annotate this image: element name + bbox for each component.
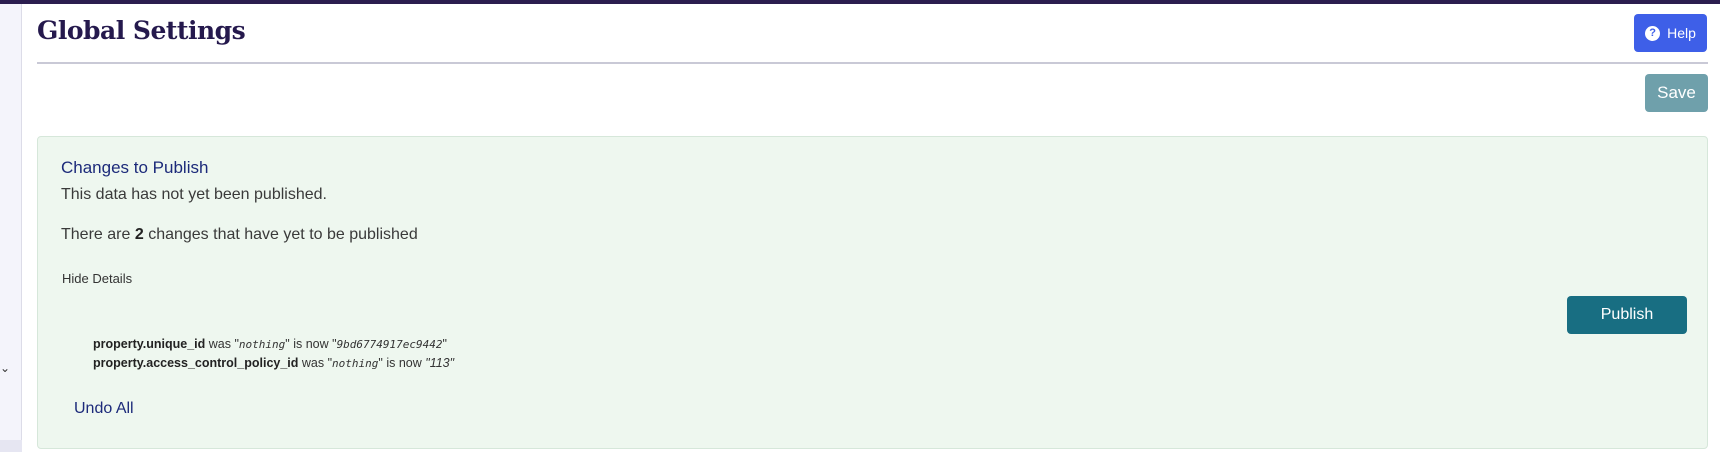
change-field: property.unique_id xyxy=(93,337,206,351)
help-button[interactable]: ? Help xyxy=(1634,14,1707,52)
changes-to-publish-panel: Changes to Publish This data has not yet… xyxy=(37,136,1708,449)
changes-count: 2 xyxy=(134,226,144,243)
publish-button[interactable]: Publish xyxy=(1567,296,1687,334)
change-field: property.access_control_policy_id xyxy=(93,356,299,370)
change-item: property.access_control_policy_id was "n… xyxy=(93,356,455,370)
top-accent-bar xyxy=(0,0,1720,4)
publish-status-text: This data has not yet been published. xyxy=(61,186,327,203)
change-now-text: is now xyxy=(293,337,329,351)
change-new-value: 9bd6774917ec9442 xyxy=(336,338,443,351)
changes-count-text: There are 2 changes that have yet to be … xyxy=(61,226,418,244)
count-suffix: changes that have yet to be published xyxy=(148,226,418,243)
sidebar: ⌄ xyxy=(0,4,22,452)
help-button-label: Help xyxy=(1667,25,1696,41)
change-old-value: nothing xyxy=(238,338,286,351)
hide-details-toggle[interactable]: Hide Details xyxy=(62,271,132,286)
change-old-value: nothing xyxy=(332,357,379,370)
count-prefix: There are xyxy=(61,226,131,243)
change-new-value: 113 xyxy=(429,356,450,370)
change-list: property.unique_id was "nothing" is now … xyxy=(93,335,454,373)
change-was-text: was xyxy=(301,356,325,370)
change-item: property.unique_id was "nothing" is now … xyxy=(93,337,447,351)
chevron-down-icon[interactable]: ⌄ xyxy=(0,362,10,374)
change-was-text: was xyxy=(208,337,231,351)
save-button[interactable]: Save xyxy=(1645,74,1708,112)
undo-all-link[interactable]: Undo All xyxy=(74,400,134,418)
change-now-text: is now xyxy=(386,356,422,370)
sidebar-footer xyxy=(0,440,22,452)
panel-heading: Changes to Publish xyxy=(61,158,209,177)
header-divider xyxy=(37,62,1708,64)
page-title: Global Settings xyxy=(37,16,246,45)
question-circle-icon: ? xyxy=(1645,25,1661,41)
